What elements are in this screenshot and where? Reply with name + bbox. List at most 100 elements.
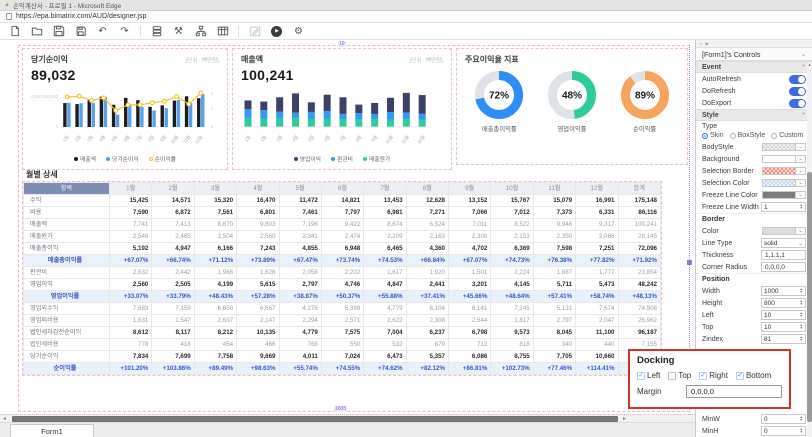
tools-button[interactable]: ⚒ bbox=[172, 25, 185, 38]
scrollbar-thumb[interactable] bbox=[807, 172, 812, 422]
column-header[interactable]: 5월 bbox=[279, 183, 321, 195]
column-header[interactable]: 3월 bbox=[194, 183, 236, 195]
color-swatch[interactable] bbox=[762, 191, 796, 199]
dropdown-icon[interactable]: ⌄ bbox=[796, 227, 806, 235]
number-spinner[interactable]: 0▲▼ bbox=[761, 426, 806, 436]
column-header[interactable]: 10월 bbox=[491, 183, 533, 195]
table-row[interactable]: 법인세차감전순이익8,6128,1178,21210,1354,7797,575… bbox=[24, 327, 661, 339]
dropdown-icon[interactable]: ⌄ bbox=[796, 191, 806, 199]
design-canvas[interactable]: 10 당기순이익 (단위 : 백만원) 89,032 1월2월3월4월5월6월7… bbox=[0, 40, 695, 437]
save-button[interactable] bbox=[52, 25, 65, 38]
table-row[interactable]: 영업외수익7,6837,1596,6506,6674,2765,3994,779… bbox=[24, 303, 661, 315]
selection-handle[interactable] bbox=[687, 260, 692, 265]
redo-button[interactable]: ↷ bbox=[118, 25, 131, 38]
docking-checkbox-right[interactable]: ✓Right bbox=[699, 371, 728, 380]
spinner-arrows-icon[interactable]: ▲▼ bbox=[800, 312, 803, 318]
undo-button[interactable]: ↶ bbox=[96, 25, 109, 38]
sales-chart-card[interactable]: 매출액 (단위 : 백만원) 100,241 1월2월3월4월5월6월7월8월9… bbox=[232, 48, 452, 170]
new-file-button[interactable] bbox=[8, 25, 21, 38]
number-spinner[interactable]: 81▲▼ bbox=[761, 334, 806, 344]
settings-button[interactable]: ⚙ bbox=[292, 25, 305, 38]
table-row[interactable]: 매출액7,7417,4138,6709,8037,1969,4228,6746,… bbox=[24, 219, 661, 231]
column-header[interactable]: 합계 bbox=[618, 183, 661, 195]
column-header[interactable]: 2월 bbox=[152, 183, 194, 195]
run-button[interactable]: ▶ bbox=[270, 25, 283, 38]
panel-expand-icon[interactable]: ▶ bbox=[706, 41, 709, 47]
url-bar[interactable]: https://epa.bimatrix.com/AUD/designer.js… bbox=[0, 11, 812, 23]
toggle-switch[interactable] bbox=[789, 99, 806, 108]
net-income-chart-card[interactable]: 당기순이익 (단위 : 백만원) 89,032 1월2월3월4월5월6월7월8월… bbox=[22, 48, 228, 170]
table-row[interactable]: 매출원가2,5492,4652,5042,5602,3412,4742,2092… bbox=[24, 231, 661, 243]
database-button[interactable] bbox=[150, 25, 163, 38]
table-row[interactable]: 수익15,42514,57115,32016,47011,47214,82113… bbox=[24, 195, 661, 207]
panel-vertical-scrollbar[interactable] bbox=[807, 62, 812, 437]
color-swatch[interactable] bbox=[762, 227, 796, 235]
horizontal-scrollbar[interactable]: ◄ ► bbox=[0, 414, 695, 422]
column-header[interactable]: 1월 bbox=[110, 183, 152, 195]
color-swatch[interactable] bbox=[762, 143, 796, 151]
number-spinner[interactable]: 10▲▼ bbox=[761, 310, 806, 320]
panel-header[interactable]: [Form1]'s Controls ⌄ bbox=[696, 48, 812, 61]
color-swatch[interactable] bbox=[762, 179, 796, 187]
table-row[interactable]: 당기순이익7,8347,6997,7589,6694,0117,0246,473… bbox=[24, 351, 661, 363]
table-row[interactable]: 판관비2,6322,4421,9661,6282,0582,2021,6171,… bbox=[24, 267, 661, 279]
ellipsis-button[interactable]: ... bbox=[796, 143, 806, 151]
spinner-arrows-icon[interactable]: ▲▼ bbox=[800, 428, 803, 434]
spinner-arrows-icon[interactable]: ▲▼ bbox=[800, 336, 803, 342]
docking-checkbox-bottom[interactable]: ✓Bottom bbox=[736, 371, 771, 380]
panel-pin-icon[interactable]: ▪ bbox=[700, 41, 702, 46]
grid-button[interactable] bbox=[216, 25, 229, 38]
column-header[interactable]: 11월 bbox=[533, 183, 575, 195]
column-header[interactable]: 12월 bbox=[576, 183, 618, 195]
dropdown-icon[interactable]: ⌄ bbox=[796, 155, 806, 163]
tab-form1[interactable]: Form1 bbox=[10, 424, 94, 437]
save-all-button[interactable] bbox=[74, 25, 87, 38]
toggle-switch[interactable] bbox=[789, 87, 806, 96]
table-row[interactable]: 매출총이익5,1924,9476,1667,2434,8556,9486,465… bbox=[24, 243, 661, 255]
section-style[interactable]: Style ⌃ bbox=[696, 109, 812, 121]
scroll-up-icon[interactable]: ▲ bbox=[807, 62, 812, 68]
select-box[interactable]: solid⌄ bbox=[761, 238, 806, 248]
monthly-table-card[interactable]: 항목1월2월3월4월5월6월7월8월9월10월11월12월합계수익15,4251… bbox=[22, 181, 662, 376]
table-row[interactable]: 영업이익률+33.07%+33.79%+48.43%+57.28%+38.87%… bbox=[24, 291, 661, 303]
margin-input[interactable]: 0,0,0,0 bbox=[686, 385, 782, 398]
spinner-arrows-icon[interactable]: ▲▼ bbox=[800, 416, 803, 422]
table-row[interactable]: 순이익률+101.20%+103.86%+89.49%+98.63%+55.74… bbox=[24, 363, 661, 375]
type-radio-skin[interactable]: Skin bbox=[702, 132, 724, 139]
column-header[interactable]: 6월 bbox=[321, 183, 363, 195]
color-swatch[interactable] bbox=[762, 167, 796, 175]
column-header[interactable]: 4월 bbox=[237, 183, 279, 195]
type-radio-custom[interactable]: Custom bbox=[771, 132, 803, 139]
number-spinner[interactable]: 10▲▼ bbox=[761, 322, 806, 332]
spinner-arrows-icon[interactable]: ▲▼ bbox=[800, 204, 803, 210]
table-row[interactable]: 법인세비용77841845446676855053287971281834044… bbox=[24, 339, 661, 351]
docking-checkbox-top[interactable]: ✓Top bbox=[668, 371, 691, 380]
text-input[interactable]: 0,0,0,0 bbox=[761, 262, 806, 272]
table-row[interactable]: 영업이익2,5602,5054,1995,6152,7974,7464,8472… bbox=[24, 279, 661, 291]
number-spinner[interactable]: 800▲▼ bbox=[761, 298, 806, 308]
number-spinner[interactable]: 1000▲▼ bbox=[761, 286, 806, 296]
table-row[interactable]: 비용7,5906,8727,5616,8017,4617,7976,9817,2… bbox=[24, 207, 661, 219]
column-header[interactable]: 7월 bbox=[364, 183, 406, 195]
table-row[interactable]: 영업외비용1,6311,5472,6372,1472,2942,5712,622… bbox=[24, 315, 661, 327]
column-header[interactable]: 8월 bbox=[406, 183, 448, 195]
spinner-arrows-icon[interactable]: ▲▼ bbox=[800, 324, 803, 330]
column-header[interactable]: 9월 bbox=[449, 183, 491, 195]
table-row[interactable]: 매출총이익률+67.07%+66.74%+71.12%+73.89%+67.47… bbox=[24, 255, 661, 267]
spinner-arrows-icon[interactable]: ▲▼ bbox=[800, 288, 803, 294]
url-text[interactable]: https://epa.bimatrix.com/AUD/designer.js… bbox=[16, 13, 146, 20]
column-header[interactable]: 항목 bbox=[24, 183, 110, 195]
profit-ratio-card[interactable]: 주요이익율 지표 72%매출총이익률48%영업이익률89%순이익률 bbox=[456, 48, 688, 165]
number-spinner[interactable]: 0▲▼ bbox=[761, 414, 806, 424]
edit-button[interactable] bbox=[248, 25, 261, 38]
color-swatch[interactable] bbox=[762, 155, 796, 163]
spinner-arrows-icon[interactable]: ▲▼ bbox=[800, 300, 803, 306]
sitemap-button[interactable] bbox=[194, 25, 207, 38]
toggle-switch[interactable] bbox=[789, 75, 806, 84]
section-event[interactable]: Event ⌃ bbox=[696, 61, 812, 73]
dropdown-icon[interactable]: ⌄ bbox=[796, 167, 806, 175]
docking-checkbox-left[interactable]: ✓Left bbox=[637, 371, 660, 380]
text-input[interactable]: 1,1,1,1 bbox=[761, 250, 806, 260]
open-folder-button[interactable] bbox=[30, 25, 43, 38]
dropdown-icon[interactable]: ⌄ bbox=[796, 179, 806, 187]
